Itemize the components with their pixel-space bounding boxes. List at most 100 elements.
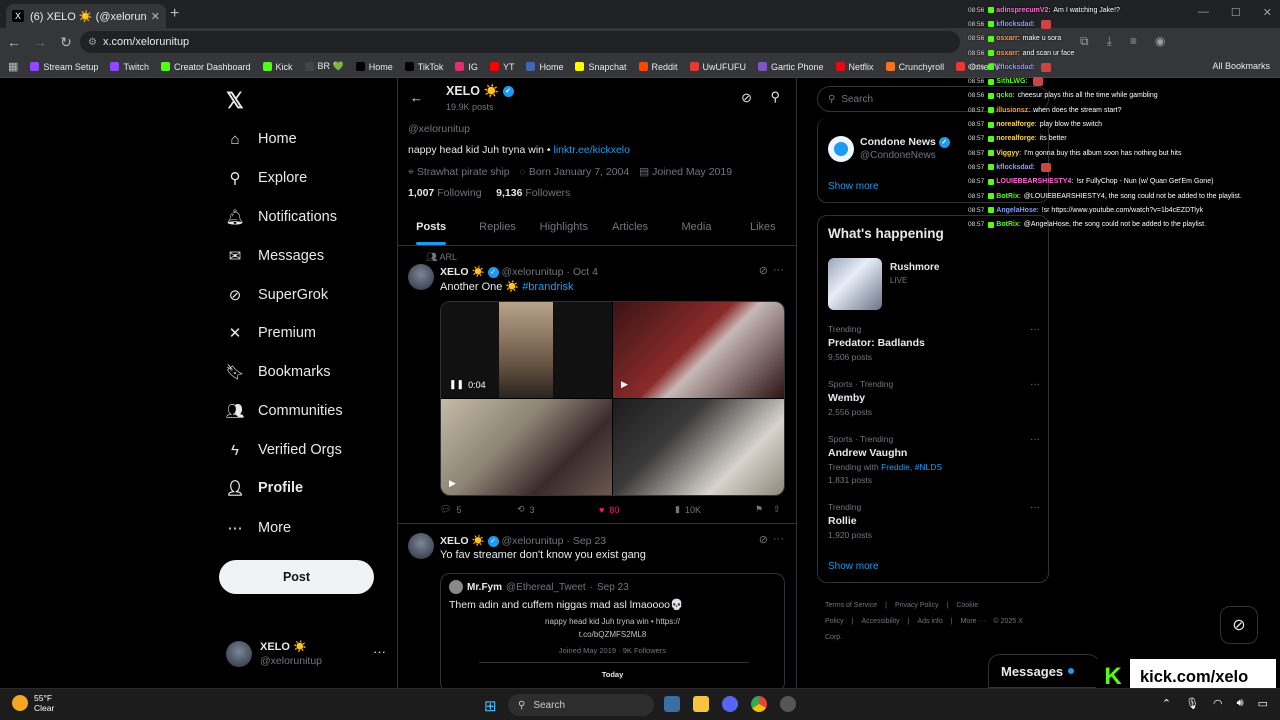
wifi-icon[interactable]: ◠	[1213, 697, 1223, 710]
bookmark-item[interactable]: Netflix	[835, 61, 874, 72]
bookmark-item[interactable]: Home	[526, 61, 563, 72]
more-dots-icon[interactable]: ···	[773, 264, 784, 276]
bookmark-item[interactable]: YT	[489, 61, 514, 72]
tweet-author-name[interactable]: XELO ☀️	[440, 266, 485, 278]
battery-icon[interactable]: ▭	[1258, 697, 1268, 710]
video-thumbnail[interactable]	[613, 399, 784, 495]
reply-button[interactable]: 💬︎ 5	[440, 504, 517, 515]
chat-username[interactable]: kflocksdad	[996, 64, 1033, 71]
more-dots-icon[interactable]: ···	[373, 644, 386, 659]
bookmark-item[interactable]: Snapchat	[575, 61, 627, 72]
bookmark-item[interactable]: Home	[355, 61, 393, 72]
trend-item[interactable]: Sports · Trending Wemby 2,556 posts ···	[828, 379, 1040, 417]
apps-grid-icon[interactable]: ▦	[8, 60, 18, 73]
bookmark-item[interactable]: UwUFUFU	[689, 61, 746, 72]
footer-link[interactable]: More ···	[961, 618, 986, 625]
account-switcher[interactable]: XELO ☀️ @xelorunitup ···	[226, 640, 386, 668]
nav-item-more[interactable]: ⋯ More	[226, 519, 292, 537]
tweet[interactable]: XELO ☀️ ✓ @xelorunitup · Sep 23 ⊘ ··· Yo…	[398, 525, 796, 688]
nav-item-supergrok[interactable]: ⊘ SuperGrok	[226, 286, 328, 304]
bookmark-item[interactable]: BR 💚	[304, 61, 344, 72]
tweet[interactable]: 👥︎ ARL XELO ☀️ ✓ @xelorunitup · Oct 4 ⊘ …	[398, 246, 796, 524]
avatar[interactable]	[408, 264, 434, 290]
nav-item-home[interactable]: ⌂ Home	[226, 130, 296, 148]
chat-username[interactable]: illusionsz	[996, 107, 1028, 114]
windows-start-icon[interactable]: ⊞	[484, 697, 497, 715]
footer-link[interactable]: Privacy Policy	[895, 602, 939, 609]
messages-drawer[interactable]: Messages	[988, 654, 1100, 688]
avatar[interactable]	[408, 533, 434, 559]
more-dots-icon[interactable]: ···	[1030, 434, 1040, 445]
url-input[interactable]: ⚙ x.com/xelorunitup	[80, 31, 960, 53]
trend-item[interactable]: Trending Predator: Badlands 9,506 posts ···	[828, 324, 1040, 362]
more-dots-icon[interactable]: ···	[773, 533, 784, 545]
search-icon[interactable]: ⚲	[770, 89, 780, 105]
widgets-app-icon[interactable]	[664, 696, 680, 712]
quoted-tweet[interactable]: Mr.Fym @Ethereal_Tweet · Sep 23 Them adi…	[440, 573, 785, 688]
footer-link[interactable]: Accessibility	[862, 618, 900, 625]
bio-link[interactable]: linktr.ee/kickxelo	[554, 144, 630, 156]
bookmark-item[interactable]: IG	[455, 61, 478, 72]
bookmark-item[interactable]: Crunchyroll	[885, 61, 944, 72]
chat-username[interactable]: osxarr	[996, 50, 1017, 57]
tab-highlights[interactable]: Highlights	[531, 210, 597, 245]
obs-icon[interactable]	[780, 696, 796, 712]
back-arrow-icon[interactable]: ←	[2, 34, 26, 50]
tab-replies[interactable]: Replies	[464, 210, 530, 245]
chat-username[interactable]: osxarr	[996, 35, 1017, 42]
footer-link[interactable]: Ads info	[917, 618, 942, 625]
tab-media[interactable]: Media	[663, 210, 729, 245]
bookmark-button[interactable]: ⚑	[755, 504, 773, 515]
bookmark-item[interactable]: Stream Setup	[30, 61, 98, 72]
tweet-author-name[interactable]: XELO ☀️	[440, 535, 485, 547]
trend-related-tags[interactable]: Freddie, #NLDS	[881, 462, 942, 472]
close-tab-icon[interactable]: ✕	[151, 10, 160, 23]
post-button[interactable]: Post	[219, 560, 374, 594]
microphone-icon[interactable]: 🎙︎	[1185, 697, 1199, 710]
grok-icon[interactable]: ⊘	[741, 90, 752, 106]
more-dots-icon[interactable]: ···	[1030, 502, 1040, 513]
chrome-icon[interactable]	[751, 696, 767, 712]
hashtag-link[interactable]: #brandrisk	[522, 281, 573, 293]
nav-item-explore[interactable]: ⚲ Explore	[226, 169, 308, 187]
bookmark-item[interactable]: Twitch	[110, 61, 149, 72]
share-button[interactable]: ⇧	[773, 504, 781, 515]
trend-item[interactable]: Sports · Trending Andrew Vaughn Trending w…	[828, 434, 1040, 485]
forward-arrow-icon[interactable]: →	[28, 34, 52, 50]
views-button[interactable]: ▮ 10K	[675, 504, 755, 515]
volume-icon[interactable]: 🔊︎	[1237, 697, 1244, 710]
grok-fab-icon[interactable]: ⊘	[1220, 606, 1258, 644]
like-button[interactable]: ♥ 80	[599, 504, 675, 515]
tray-chevron-icon[interactable]: ⌃	[1162, 697, 1171, 710]
tab-likes[interactable]: Likes	[730, 210, 796, 245]
nav-item-messages[interactable]: ✉ Messages	[226, 247, 324, 265]
bookmark-item[interactable]: Creator Dashboard	[160, 61, 251, 72]
tab-articles[interactable]: Articles	[597, 210, 663, 245]
new-tab-icon[interactable]: +	[170, 5, 179, 23]
bookmark-item[interactable]: Reddit	[638, 61, 678, 72]
chat-username[interactable]: BotRix	[996, 193, 1019, 200]
follow-suggestion-name[interactable]: Condone News ✓	[860, 136, 950, 148]
tab-posts[interactable]: Posts	[398, 210, 464, 245]
bookmark-item[interactable]: Gartic Phone	[758, 61, 824, 72]
chat-username[interactable]: kflocksdad	[996, 21, 1033, 28]
nav-item-profile[interactable]: 👤︎ Profile	[225, 479, 303, 497]
reload-icon[interactable]: ↻	[54, 34, 78, 51]
file-explorer-icon[interactable]	[693, 696, 709, 712]
more-dots-icon[interactable]: ···	[1030, 324, 1040, 335]
avatar[interactable]	[828, 136, 854, 162]
show-more-link[interactable]: Show more	[828, 561, 879, 572]
discord-icon[interactable]	[722, 696, 738, 712]
following-link[interactable]: 1,007 Following	[408, 187, 482, 199]
trend-item[interactable]: Trending Rollie 1,920 posts ···	[828, 502, 1040, 540]
browser-tab[interactable]: X (6) XELO ☀️ (@xelorunitup) / X ✕	[6, 4, 166, 28]
chat-username[interactable]: AngelaHose	[996, 207, 1036, 214]
bookmark-item[interactable]: TikTok	[404, 61, 443, 72]
chat-username[interactable]: norealforge	[996, 121, 1035, 128]
tweet-date[interactable]: Oct 4	[573, 266, 598, 278]
chat-username[interactable]: kflocksdad	[996, 164, 1033, 171]
video-thumbnail[interactable]: ▶	[441, 399, 612, 495]
live-thumbnail[interactable]	[828, 258, 882, 310]
video-thumbnail[interactable]: ▶	[613, 302, 784, 398]
bookmark-item[interactable]: Kick	[262, 61, 293, 72]
